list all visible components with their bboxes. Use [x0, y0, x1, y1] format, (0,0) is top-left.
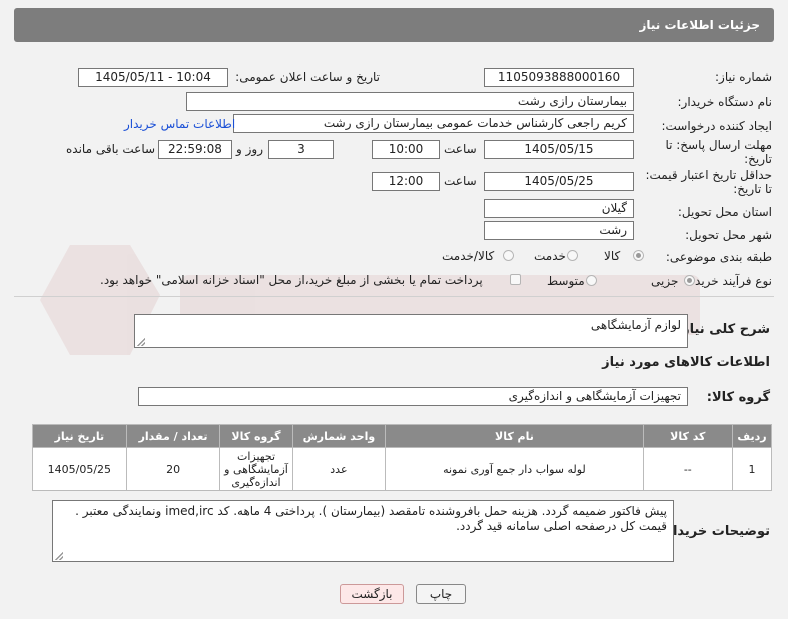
goods-group-label: گروه کالا: — [706, 390, 770, 405]
deadline-time-label: ساعت — [444, 142, 477, 156]
payment-note: پرداخت تمام یا بخشی از مبلغ خرید،از محل … — [100, 273, 483, 287]
divider — [14, 296, 774, 297]
description-textarea[interactable]: لوازم آزمایشگاهی — [134, 314, 688, 348]
description-value: لوازم آزمایشگاهی — [590, 318, 681, 332]
print-button[interactable]: چاپ — [416, 584, 466, 604]
validity-time-label: ساعت — [444, 174, 477, 188]
validity-time-field: 12:00 — [372, 172, 440, 191]
category-radio-goods[interactable] — [633, 250, 644, 261]
col-header-unit: واحد شمارش — [291, 424, 387, 448]
page-header: جزئیات اطلاعات نیاز — [14, 8, 774, 42]
deadline-label: مهلت ارسال پاسخ: تا — [665, 138, 772, 152]
days-field: 3 — [268, 140, 334, 159]
category-label: طبقه بندی موضوعی: — [665, 250, 772, 264]
page-title: جزئیات اطلاعات نیاز — [639, 18, 760, 32]
process-radio-minor[interactable] — [684, 275, 695, 286]
buyer-notes-label: توضیحات خریدار: — [660, 524, 770, 539]
col-header-name: نام کالا — [385, 424, 644, 448]
buyer-org-label: نام دستگاه خریدار: — [677, 95, 773, 109]
city-label: شهر محل تحویل: — [685, 228, 772, 242]
remaining-label: ساعت باقی مانده — [66, 142, 156, 156]
buyer-notes-line-2: قیمت کل درصفحه اصلی سامانه قید گردد. — [456, 519, 667, 533]
city-field: رشت — [484, 221, 634, 240]
cell-group: تجهیزات آزمایشگاهی و اندازه‌گیری — [219, 447, 293, 491]
process-radio-medium[interactable] — [586, 275, 597, 286]
resize-grip-icon — [55, 552, 63, 560]
process-option-minor: جزیی — [651, 274, 679, 288]
cell-unit: عدد — [291, 447, 387, 491]
resize-grip-icon — [137, 338, 145, 346]
category-option-service: خدمت — [534, 249, 566, 263]
category-radio-both[interactable] — [503, 250, 514, 261]
requester-label: ایجاد کننده درخواست: — [661, 119, 772, 133]
goods-table: ردیف کد کالا نام کالا واحد شمارش گروه کا… — [32, 424, 772, 491]
announce-field: 1405/05/11 - 10:04 — [78, 68, 228, 87]
goods-group-field: تجهیزات آزمایشگاهی و اندازه‌گیری — [138, 387, 688, 406]
treasury-checkbox[interactable] — [510, 274, 521, 285]
need-number-label: شماره نیاز: — [715, 70, 772, 84]
goods-section-title: اطلاعات کالاهای مورد نیاز — [602, 355, 770, 370]
category-radio-service[interactable] — [567, 250, 578, 261]
table-header-row: ردیف کد کالا نام کالا واحد شمارش گروه کا… — [32, 424, 772, 448]
table-row: 1 -- لوله سواب دار جمع آوری نمونه عدد تج… — [32, 447, 772, 491]
col-header-code: کد کالا — [642, 424, 734, 448]
buyer-org-field: بیمارستان رازی رشت — [186, 92, 634, 111]
deadline-time-field: 10:00 — [372, 140, 440, 159]
validity-date-field: 1405/05/25 — [484, 172, 634, 191]
col-header-date: تاریخ نیاز — [32, 424, 127, 448]
cell-date: 1405/05/25 — [32, 447, 127, 491]
days-label: روز و — [236, 142, 263, 156]
validity-label: حداقل تاریخ اعتبار قیمت: — [645, 168, 772, 182]
back-button[interactable]: بازگشت — [340, 584, 404, 604]
buyer-notes-line-1: پیش فاکتور ضمیمه گردد. هزینه حمل بافروشن… — [75, 504, 667, 518]
requester-field: کریم راجعی کارشناس خدمات عمومی بیمارستان… — [233, 114, 634, 133]
col-header-qty: تعداد / مقدار — [125, 424, 221, 448]
validity-label-2: تا تاریخ: — [733, 182, 772, 196]
remaining-field: 22:59:08 — [158, 140, 232, 159]
process-label: نوع فرآیند خرید : — [687, 274, 772, 288]
deadline-label-2: تاریخ: — [744, 152, 772, 166]
description-label: شرح کلی نیاز: — [676, 322, 770, 337]
cell-qty: 20 — [125, 447, 221, 491]
category-option-goods: کالا — [604, 249, 621, 263]
col-header-group: گروه کالا — [219, 424, 293, 448]
process-option-medium: متوسط — [547, 274, 585, 288]
province-field: گیلان — [484, 199, 634, 218]
col-header-row: ردیف — [732, 424, 772, 448]
category-option-both: کالا/خدمت — [442, 249, 495, 263]
cell-code: -- — [642, 447, 734, 491]
buyer-notes-textarea[interactable]: پیش فاکتور ضمیمه گردد. هزینه حمل بافروشن… — [52, 500, 674, 562]
cell-name: لوله سواب دار جمع آوری نمونه — [385, 447, 644, 491]
announce-label: تاریخ و ساعت اعلان عمومی: — [235, 70, 380, 84]
need-number-field: 1105093888000160 — [484, 68, 634, 87]
province-label: استان محل تحویل: — [677, 205, 772, 219]
deadline-date-field: 1405/05/15 — [484, 140, 634, 159]
cell-row-number: 1 — [732, 447, 772, 491]
buyer-contact-link[interactable]: اطلاعات تماس خریدار — [124, 117, 235, 131]
